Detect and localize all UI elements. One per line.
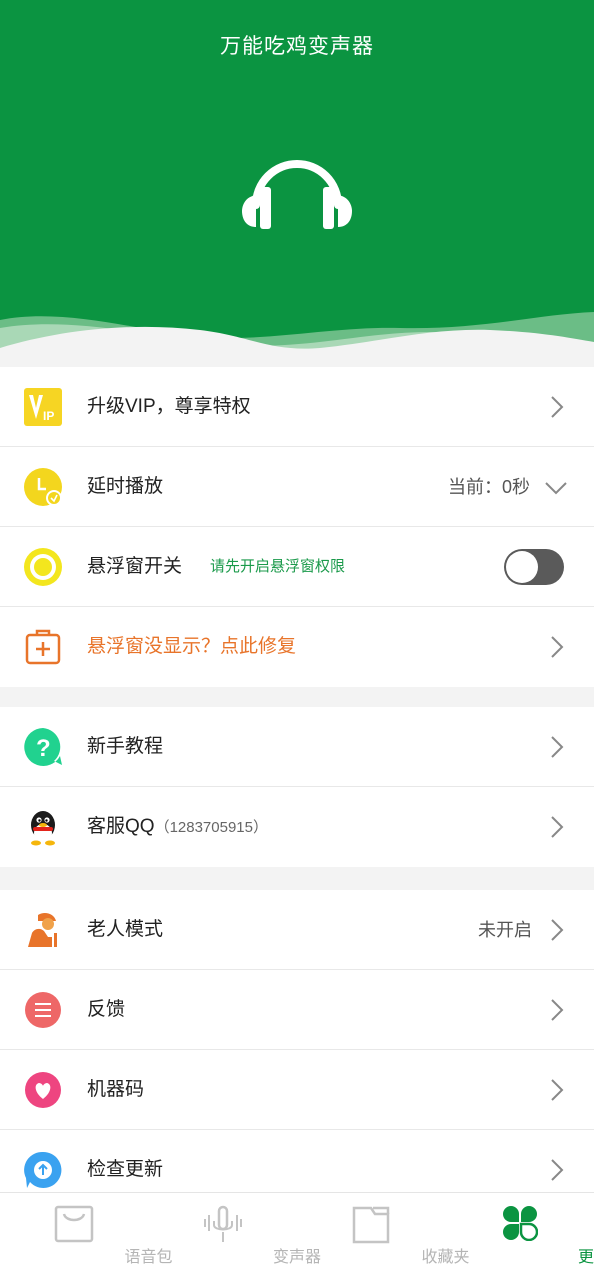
delay-playback-row[interactable]: 延时播放 当前：0秒 xyxy=(0,447,594,527)
settings-group-1: IP 升级VIP，尊享特权 延时播放 当前：0秒 悬浮窗开关 请先开启悬浮窗权限 xyxy=(0,367,594,687)
clock-icon xyxy=(24,468,62,506)
chevron-right-icon xyxy=(551,1159,564,1181)
chevron-right-icon xyxy=(551,816,564,838)
float-window-switch-row: 悬浮窗开关 请先开启悬浮窗权限 xyxy=(0,527,594,607)
question-icon: ? xyxy=(24,728,62,766)
folder-icon xyxy=(353,1206,390,1244)
settings-group-2: ? 新手教程 客服QQ（1283705915） xyxy=(0,707,594,867)
vip-upgrade-row[interactable]: IP 升级VIP，尊享特权 xyxy=(0,367,594,447)
heart-icon xyxy=(25,1072,61,1108)
tab-voice-changer[interactable]: 变声器 xyxy=(149,1193,321,1280)
delay-label: 延时播放 xyxy=(87,476,164,497)
bottom-tab-bar: 语音包 变声器 收藏夹 更多 xyxy=(0,1192,594,1280)
qq-number: （1283705915） xyxy=(154,819,268,836)
chevron-right-icon xyxy=(551,736,564,758)
elder-mode-status: 未开启 xyxy=(478,919,532,940)
float-circle-icon xyxy=(24,548,62,586)
chevron-right-icon xyxy=(551,999,564,1021)
elder-mode-row[interactable]: 老人模式 未开启 xyxy=(0,890,594,970)
feedback-row[interactable]: 反馈 xyxy=(0,970,594,1050)
chevron-right-icon xyxy=(551,396,564,418)
machine-code-label: 机器码 xyxy=(87,1079,145,1100)
chevron-right-icon xyxy=(551,636,564,658)
elder-mode-label: 老人模式 xyxy=(87,919,164,940)
float-window-toggle[interactable] xyxy=(504,549,564,585)
tutorial-label: 新手教程 xyxy=(87,736,164,757)
update-icon xyxy=(24,1151,62,1188)
medkit-icon xyxy=(25,629,61,665)
float-switch-label: 悬浮窗开关 xyxy=(87,556,183,577)
tab-label: 更多 xyxy=(577,1249,594,1266)
service-qq-label: 客服QQ（1283705915） xyxy=(87,787,268,868)
svg-text:IP: IP xyxy=(43,409,54,423)
microphone-icon xyxy=(203,1205,242,1242)
qq-penguin-icon xyxy=(31,811,55,846)
tab-favorites[interactable]: 收藏夹 xyxy=(297,1193,470,1280)
float-fix-row[interactable]: 悬浮窗没显示？点此修复 xyxy=(0,607,594,687)
elder-icon xyxy=(28,913,57,947)
header-banner: 万能吃鸡变声器 xyxy=(0,0,594,368)
bag-icon xyxy=(55,1205,94,1243)
header-wave-decoration xyxy=(0,312,594,368)
float-fix-label: 悬浮窗没显示？点此修复 xyxy=(87,636,297,657)
svg-text:?: ? xyxy=(36,735,51,762)
vip-label: 升级VIP，尊享特权 xyxy=(87,396,251,417)
tab-voice-pack[interactable]: 语音包 xyxy=(0,1193,173,1280)
clover-icon xyxy=(502,1206,538,1241)
float-permission-hint: 请先开启悬浮窗权限 xyxy=(210,557,346,575)
delay-current-value: 当前：0秒 xyxy=(447,476,530,497)
chevron-right-icon xyxy=(551,1079,564,1101)
vip-icon: IP xyxy=(24,388,62,426)
service-qq-row[interactable]: 客服QQ（1283705915） xyxy=(0,787,594,867)
app-title: 万能吃鸡变声器 xyxy=(220,35,374,58)
toggle-knob xyxy=(506,551,538,583)
headphones-icon xyxy=(242,160,352,229)
chevron-right-icon xyxy=(551,919,564,941)
qq-label-text: 客服QQ xyxy=(87,816,155,837)
tutorial-row[interactable]: ? 新手教程 xyxy=(0,707,594,787)
feedback-label: 反馈 xyxy=(87,999,126,1020)
chevron-down-icon[interactable] xyxy=(544,481,568,495)
tab-more[interactable]: 更多 xyxy=(446,1193,594,1280)
settings-group-3: 老人模式 未开启 反馈 机器码 检查更新 xyxy=(0,890,594,1210)
machine-code-row[interactable]: 机器码 xyxy=(0,1050,594,1130)
feedback-icon xyxy=(25,992,61,1028)
